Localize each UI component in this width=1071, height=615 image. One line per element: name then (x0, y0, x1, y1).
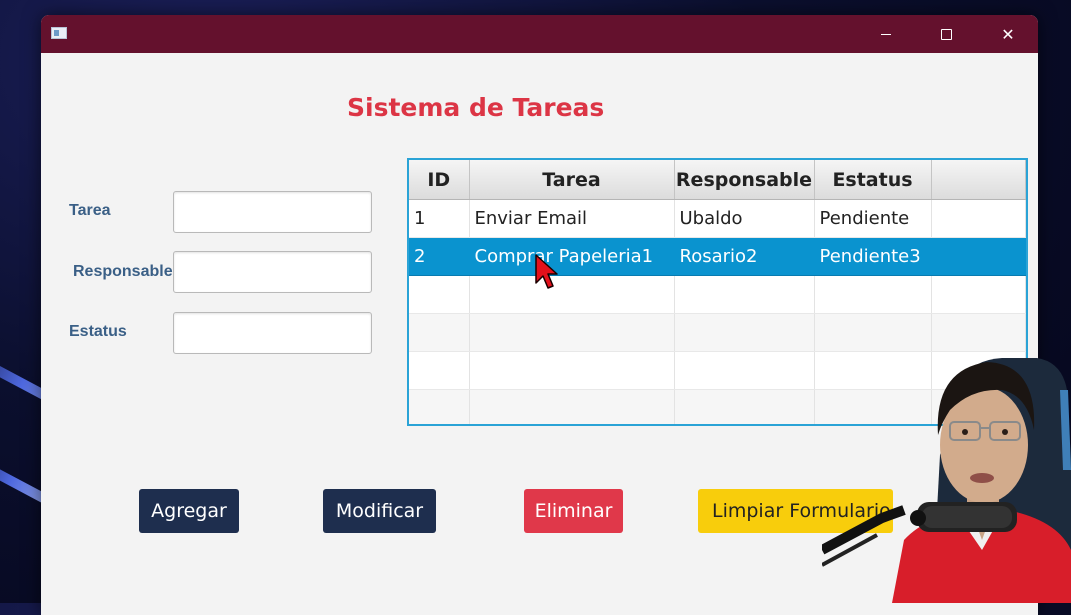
close-button[interactable]: ✕ (978, 15, 1038, 53)
column-header-estatus[interactable]: Estatus (814, 160, 932, 200)
column-header-tarea[interactable]: Tarea (469, 160, 675, 200)
title-bar[interactable]: ✕ (41, 15, 1038, 53)
mouse-cursor-icon (535, 254, 558, 289)
table-row[interactable]: 1 Enviar Email Ubaldo Pendiente (409, 199, 1026, 238)
estatus-input[interactable] (173, 312, 372, 354)
maximize-icon (940, 28, 952, 40)
java-app-icon (51, 27, 67, 39)
delete-button[interactable]: Eliminar (524, 489, 623, 533)
close-icon: ✕ (1001, 24, 1015, 44)
tarea-input[interactable] (173, 191, 372, 233)
tarea-label: Tarea (69, 202, 111, 219)
modify-button[interactable]: Modificar (323, 489, 436, 533)
cell-tarea[interactable]: Comprar Papeleria1 (469, 237, 675, 276)
table-row-empty (409, 313, 1026, 352)
table-row-empty (409, 275, 1026, 314)
column-header-filler (931, 160, 1026, 200)
webcam-presenter-overlay (822, 358, 1071, 603)
cell-estatus[interactable]: Pendiente3 (814, 237, 932, 276)
estatus-label: Estatus (69, 323, 127, 340)
responsable-label: Responsable (73, 263, 173, 280)
add-button[interactable]: Agregar (139, 489, 239, 533)
cell-estatus[interactable]: Pendiente (814, 199, 932, 238)
cell-filler (931, 199, 1026, 238)
cell-id[interactable]: 1 (409, 199, 470, 238)
column-header-id[interactable]: ID (409, 160, 470, 200)
table-header-row: ID Tarea Responsable Estatus (409, 160, 1026, 200)
minimize-icon (881, 33, 891, 35)
cell-responsable[interactable]: Ubaldo (674, 199, 815, 238)
maximize-button[interactable] (916, 15, 976, 53)
table-row-selected[interactable]: 2 Comprar Papeleria1 Rosario2 Pendiente3 (409, 237, 1026, 276)
cell-responsable[interactable]: Rosario2 (674, 237, 815, 276)
cell-filler (931, 237, 1026, 276)
minimize-button[interactable] (856, 15, 916, 53)
cell-id[interactable]: 2 (409, 237, 470, 276)
responsable-input[interactable] (173, 251, 372, 293)
page-title: Sistema de Tareas (347, 93, 605, 122)
column-header-responsable[interactable]: Responsable (674, 160, 815, 200)
cell-tarea[interactable]: Enviar Email (469, 199, 675, 238)
